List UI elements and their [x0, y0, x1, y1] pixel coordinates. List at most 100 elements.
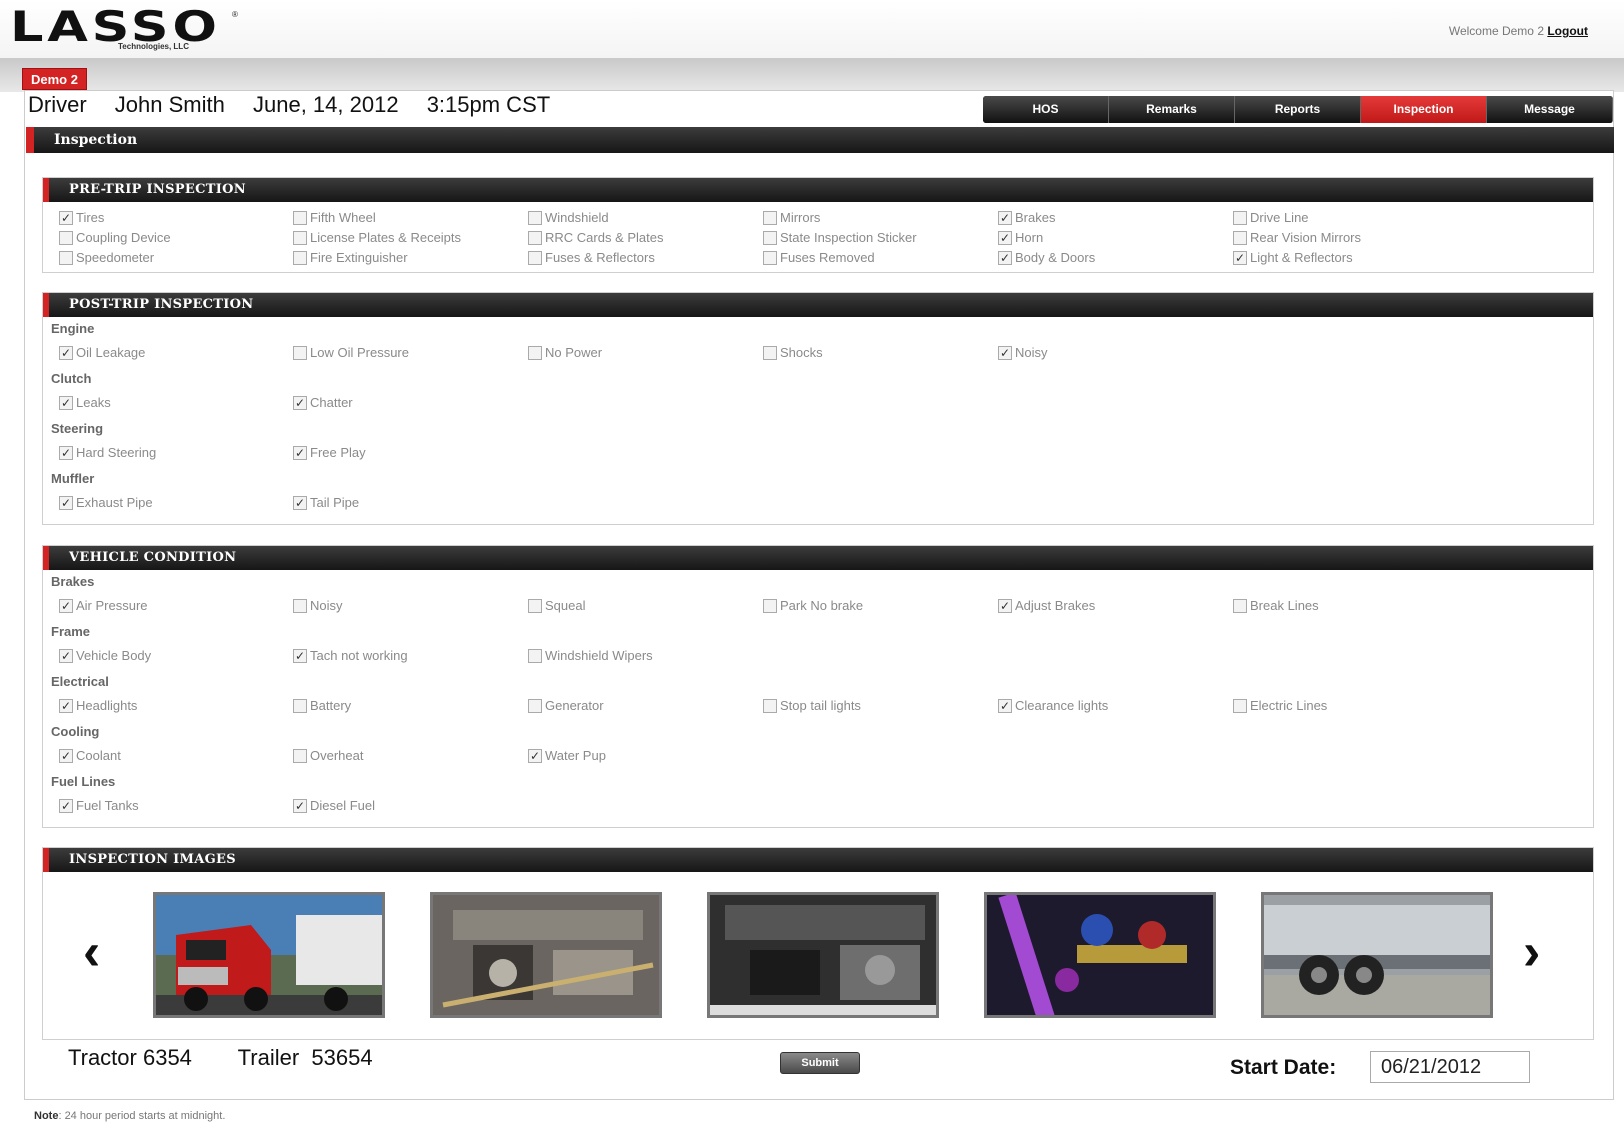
- checkbox-no-power[interactable]: No Power: [528, 345, 602, 360]
- checkbox-checked-icon[interactable]: ✓: [59, 495, 73, 510]
- checkbox-checked-icon[interactable]: ✓: [59, 345, 73, 360]
- thumbnail-gauge-valves[interactable]: [984, 892, 1216, 1018]
- nav-tab-reports[interactable]: Reports: [1235, 96, 1361, 123]
- checkbox-air-pressure[interactable]: ✓ Air Pressure: [59, 598, 148, 613]
- checkbox-empty-icon[interactable]: [293, 230, 307, 245]
- checkbox-empty-icon[interactable]: [763, 345, 777, 360]
- checkbox-oil-leakage[interactable]: ✓ Oil Leakage: [59, 345, 145, 360]
- checkbox-checked-icon[interactable]: ✓: [59, 798, 73, 813]
- checkbox-checked-icon[interactable]: ✓: [293, 395, 307, 410]
- checkbox-checked-icon[interactable]: ✓: [998, 345, 1012, 360]
- checkbox-tires[interactable]: ✓ Tires: [59, 210, 104, 225]
- next-arrow-icon[interactable]: ›: [1523, 926, 1540, 978]
- checkbox-vehicle-body[interactable]: ✓ Vehicle Body: [59, 648, 151, 663]
- checkbox-empty-icon[interactable]: [763, 598, 777, 613]
- checkbox-chatter[interactable]: ✓ Chatter: [293, 395, 353, 410]
- start-date-input[interactable]: [1370, 1051, 1530, 1083]
- checkbox-checked-icon[interactable]: ✓: [59, 210, 73, 225]
- checkbox-empty-icon[interactable]: [293, 598, 307, 613]
- checkbox-empty-icon[interactable]: [528, 698, 542, 713]
- checkbox-empty-icon[interactable]: [293, 250, 307, 265]
- checkbox-rrc-cards-plates[interactable]: RRC Cards & Plates: [528, 230, 663, 245]
- checkbox-battery[interactable]: Battery: [293, 698, 351, 713]
- checkbox-speedometer[interactable]: Speedometer: [59, 250, 154, 265]
- checkbox-light-reflectors[interactable]: ✓ Light & Reflectors: [1233, 250, 1353, 265]
- checkbox-headlights[interactable]: ✓ Headlights: [59, 698, 137, 713]
- checkbox-generator[interactable]: Generator: [528, 698, 604, 713]
- checkbox-checked-icon[interactable]: ✓: [293, 648, 307, 663]
- checkbox-checked-icon[interactable]: ✓: [293, 445, 307, 460]
- checkbox-water-pup[interactable]: ✓ Water Pup: [528, 748, 606, 763]
- checkbox-rear-vision-mirrors[interactable]: Rear Vision Mirrors: [1233, 230, 1361, 245]
- checkbox-windshield[interactable]: Windshield: [528, 210, 609, 225]
- checkbox-leaks[interactable]: ✓ Leaks: [59, 395, 111, 410]
- checkbox-drive-line[interactable]: Drive Line: [1233, 210, 1309, 225]
- checkbox-adjust-brakes[interactable]: ✓ Adjust Brakes: [998, 598, 1095, 613]
- checkbox-horn[interactable]: ✓ Horn: [998, 230, 1043, 245]
- checkbox-checked-icon[interactable]: ✓: [59, 445, 73, 460]
- checkbox-empty-icon[interactable]: [528, 210, 542, 225]
- checkbox-overheat[interactable]: Overheat: [293, 748, 363, 763]
- checkbox-checked-icon[interactable]: ✓: [293, 495, 307, 510]
- thumbnail-engine-bay[interactable]: [430, 892, 662, 1018]
- checkbox-hard-steering[interactable]: ✓ Hard Steering: [59, 445, 156, 460]
- nav-tab-remarks[interactable]: Remarks: [1109, 96, 1235, 123]
- thumbnail-engine-compartment[interactable]: [707, 892, 939, 1018]
- checkbox-checked-icon[interactable]: ✓: [59, 648, 73, 663]
- checkbox-checked-icon[interactable]: ✓: [998, 230, 1012, 245]
- checkbox-empty-icon[interactable]: [528, 345, 542, 360]
- checkbox-noisy[interactable]: Noisy: [293, 598, 343, 613]
- checkbox-coolant[interactable]: ✓ Coolant: [59, 748, 121, 763]
- checkbox-empty-icon[interactable]: [1233, 598, 1247, 613]
- checkbox-empty-icon[interactable]: [763, 210, 777, 225]
- checkbox-fuses-removed[interactable]: Fuses Removed: [763, 250, 875, 265]
- logout-link[interactable]: Logout: [1547, 24, 1588, 38]
- checkbox-brakes[interactable]: ✓ Brakes: [998, 210, 1055, 225]
- checkbox-checked-icon[interactable]: ✓: [1233, 250, 1247, 265]
- checkbox-squeal[interactable]: Squeal: [528, 598, 585, 613]
- checkbox-fire-extinguisher[interactable]: Fire Extinguisher: [293, 250, 408, 265]
- checkbox-fifth-wheel[interactable]: Fifth Wheel: [293, 210, 376, 225]
- submit-button[interactable]: Submit: [780, 1052, 860, 1074]
- checkbox-exhaust-pipe[interactable]: ✓ Exhaust Pipe: [59, 495, 153, 510]
- checkbox-empty-icon[interactable]: [528, 250, 542, 265]
- checkbox-empty-icon[interactable]: [763, 698, 777, 713]
- checkbox-tail-pipe[interactable]: ✓ Tail Pipe: [293, 495, 359, 510]
- nav-tab-inspection[interactable]: Inspection: [1361, 96, 1487, 123]
- checkbox-checked-icon[interactable]: ✓: [998, 250, 1012, 265]
- thumbnail-red-truck[interactable]: [153, 892, 385, 1018]
- checkbox-empty-icon[interactable]: [763, 230, 777, 245]
- checkbox-fuel-tanks[interactable]: ✓ Fuel Tanks: [59, 798, 139, 813]
- checkbox-park-no-brake[interactable]: Park No brake: [763, 598, 863, 613]
- checkbox-noisy[interactable]: ✓ Noisy: [998, 345, 1048, 360]
- checkbox-empty-icon[interactable]: [528, 598, 542, 613]
- checkbox-license-plates-receipts[interactable]: License Plates & Receipts: [293, 230, 461, 245]
- checkbox-empty-icon[interactable]: [59, 230, 73, 245]
- checkbox-clearance-lights[interactable]: ✓ Clearance lights: [998, 698, 1108, 713]
- nav-tab-hos[interactable]: HOS: [983, 96, 1109, 123]
- checkbox-empty-icon[interactable]: [763, 250, 777, 265]
- checkbox-electric-lines[interactable]: Electric Lines: [1233, 698, 1327, 713]
- checkbox-empty-icon[interactable]: [528, 230, 542, 245]
- checkbox-mirrors[interactable]: Mirrors: [763, 210, 820, 225]
- checkbox-windshield-wipers[interactable]: Windshield Wipers: [528, 648, 653, 663]
- checkbox-empty-icon[interactable]: [293, 210, 307, 225]
- checkbox-empty-icon[interactable]: [293, 345, 307, 360]
- checkbox-checked-icon[interactable]: ✓: [59, 748, 73, 763]
- checkbox-empty-icon[interactable]: [1233, 230, 1247, 245]
- checkbox-break-lines[interactable]: Break Lines: [1233, 598, 1319, 613]
- nav-tab-message[interactable]: Message: [1487, 96, 1613, 123]
- checkbox-checked-icon[interactable]: ✓: [59, 395, 73, 410]
- checkbox-checked-icon[interactable]: ✓: [59, 598, 73, 613]
- checkbox-free-play[interactable]: ✓ Free Play: [293, 445, 366, 460]
- checkbox-empty-icon[interactable]: [1233, 210, 1247, 225]
- checkbox-empty-icon[interactable]: [1233, 698, 1247, 713]
- checkbox-shocks[interactable]: Shocks: [763, 345, 823, 360]
- checkbox-checked-icon[interactable]: ✓: [293, 798, 307, 813]
- checkbox-checked-icon[interactable]: ✓: [528, 748, 542, 763]
- checkbox-tach-not-working[interactable]: ✓ Tach not working: [293, 648, 408, 663]
- checkbox-empty-icon[interactable]: [59, 250, 73, 265]
- prev-arrow-icon[interactable]: ‹: [83, 926, 100, 978]
- checkbox-empty-icon[interactable]: [293, 698, 307, 713]
- checkbox-empty-icon[interactable]: [528, 648, 542, 663]
